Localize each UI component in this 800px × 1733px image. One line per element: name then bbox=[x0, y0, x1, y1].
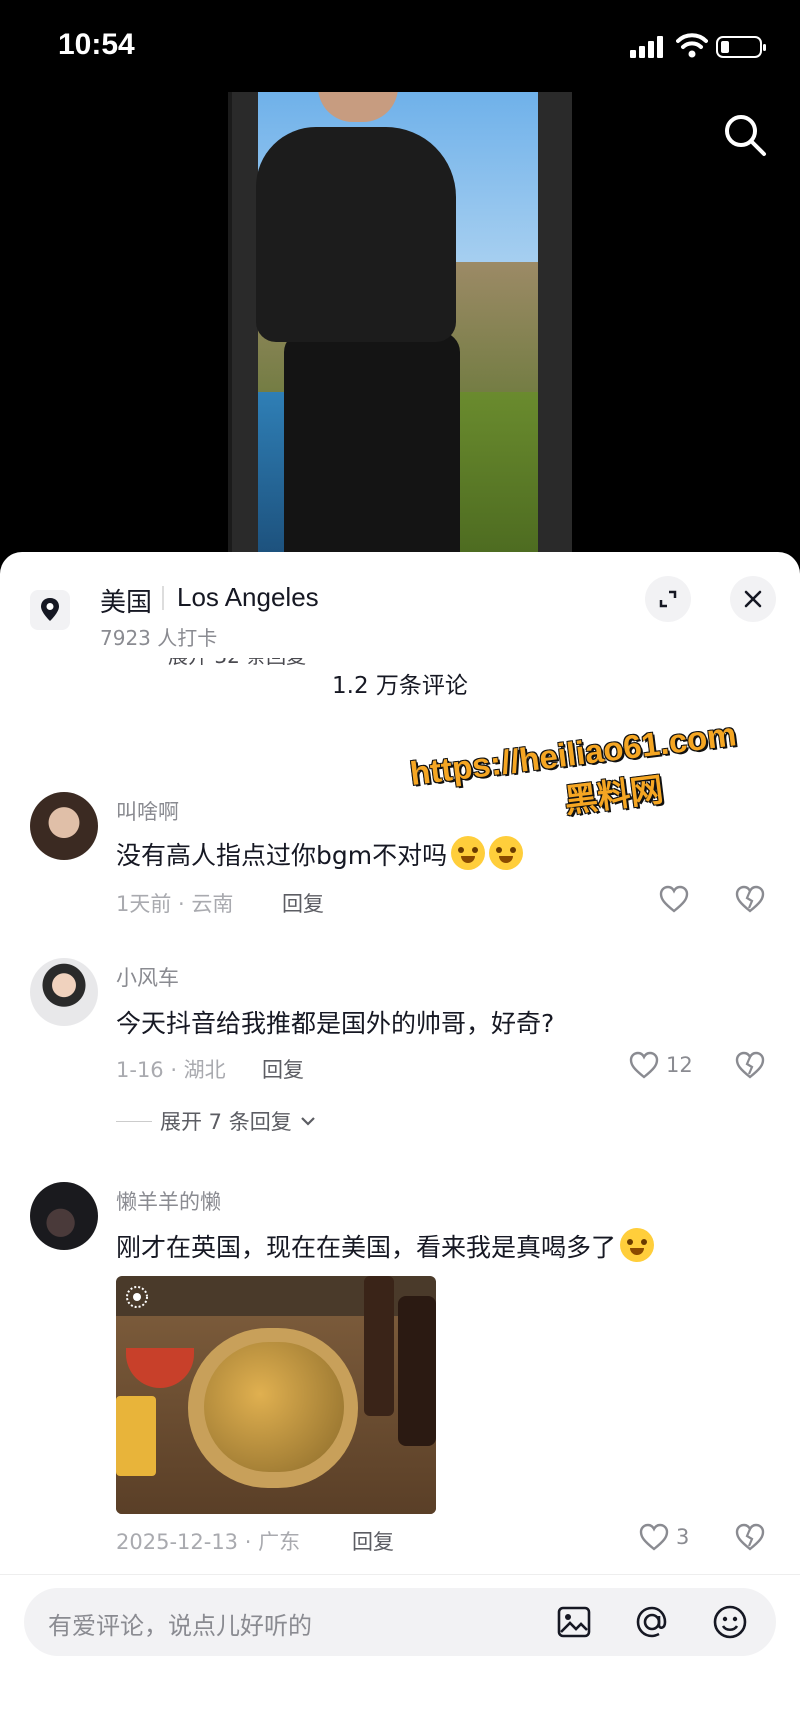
comment-input-placeholder: 有爱评论，说点儿好听的 bbox=[48, 1612, 312, 1640]
avatar[interactable] bbox=[30, 1182, 98, 1250]
divider bbox=[0, 1574, 800, 1575]
location-city[interactable]: Los Angeles bbox=[177, 582, 319, 613]
avatar[interactable] bbox=[30, 958, 98, 1026]
comment-meta: 2025-12-13 · 广东 bbox=[116, 1530, 301, 1554]
like-count: 12 bbox=[666, 1053, 693, 1077]
comment-text: 刚才在英国，现在在美国，看来我是真喝多了 bbox=[116, 1228, 655, 1264]
comment-username[interactable]: 小风车 bbox=[116, 962, 179, 992]
smile-emoji-icon bbox=[451, 836, 486, 870]
at-icon[interactable] bbox=[634, 1604, 670, 1640]
expand-icon bbox=[659, 590, 677, 608]
chevron-down-icon bbox=[300, 1117, 315, 1126]
like-button[interactable]: 12 bbox=[628, 1050, 693, 1080]
comment-text-content: 刚才在英国，现在在美国，看来我是真喝多了 bbox=[116, 1233, 617, 1262]
comment-text: 没有高人指点过你bgm不对吗 bbox=[116, 836, 524, 872]
close-icon bbox=[744, 590, 762, 608]
broken-heart-icon[interactable] bbox=[734, 1050, 766, 1080]
reply-button[interactable]: 回复 bbox=[352, 1526, 394, 1556]
signal-icon bbox=[630, 36, 663, 58]
checkin-count: 7923 人打卡 bbox=[100, 626, 218, 650]
close-button[interactable] bbox=[730, 576, 776, 622]
comment-meta: 1天前 · 云南 bbox=[116, 892, 234, 916]
heart-icon bbox=[639, 1523, 669, 1551]
battery-icon bbox=[716, 36, 766, 58]
smile-emoji-icon bbox=[489, 836, 524, 870]
like-button[interactable] bbox=[658, 884, 690, 914]
reply-button[interactable]: 回复 bbox=[262, 1054, 304, 1084]
location-pin-icon bbox=[30, 590, 70, 630]
broken-heart-icon[interactable] bbox=[734, 884, 766, 914]
comment-meta: 1-16 · 湖北 bbox=[116, 1058, 226, 1082]
comment-text: 今天抖音给我推都是国外的帅哥，好奇? bbox=[116, 1009, 555, 1038]
wifi-icon bbox=[676, 33, 708, 58]
image-icon[interactable] bbox=[556, 1604, 592, 1640]
broken-heart-icon[interactable] bbox=[734, 1522, 766, 1552]
avatar[interactable] bbox=[30, 792, 98, 860]
comment-username[interactable]: 叫啥啊 bbox=[116, 796, 179, 826]
expand-replies-label: 展开 7 条回复 bbox=[160, 1110, 292, 1134]
divider bbox=[116, 1120, 152, 1122]
expand-replies[interactable]: 展开 7 条回复 bbox=[116, 1106, 316, 1136]
reply-button[interactable]: 回复 bbox=[282, 888, 324, 918]
comment-input[interactable]: 有爱评论，说点儿好听的 bbox=[24, 1588, 776, 1656]
dizzy-emoji-icon bbox=[620, 1228, 655, 1262]
heart-icon bbox=[629, 1051, 659, 1079]
status-time: 10:54 bbox=[58, 28, 135, 61]
comment-count: 1.2 万条评论 bbox=[332, 673, 468, 699]
status-bar: 10:54 bbox=[0, 0, 800, 92]
like-count: 3 bbox=[676, 1525, 690, 1549]
location-country[interactable]: 美国 bbox=[100, 582, 152, 619]
divider bbox=[162, 586, 164, 610]
search-icon[interactable] bbox=[720, 110, 770, 160]
expand-button[interactable] bbox=[645, 576, 691, 622]
heart-icon bbox=[659, 885, 689, 913]
comment-photo[interactable] bbox=[116, 1276, 436, 1514]
like-button[interactable]: 3 bbox=[638, 1522, 689, 1552]
comment-username[interactable]: 懒羊羊的懒 bbox=[116, 1186, 221, 1216]
live-photo-icon bbox=[126, 1286, 148, 1308]
comment-text-content: 没有高人指点过你bgm不对吗 bbox=[116, 841, 448, 870]
emoji-icon[interactable] bbox=[712, 1604, 748, 1640]
video-frame[interactable] bbox=[228, 92, 572, 562]
